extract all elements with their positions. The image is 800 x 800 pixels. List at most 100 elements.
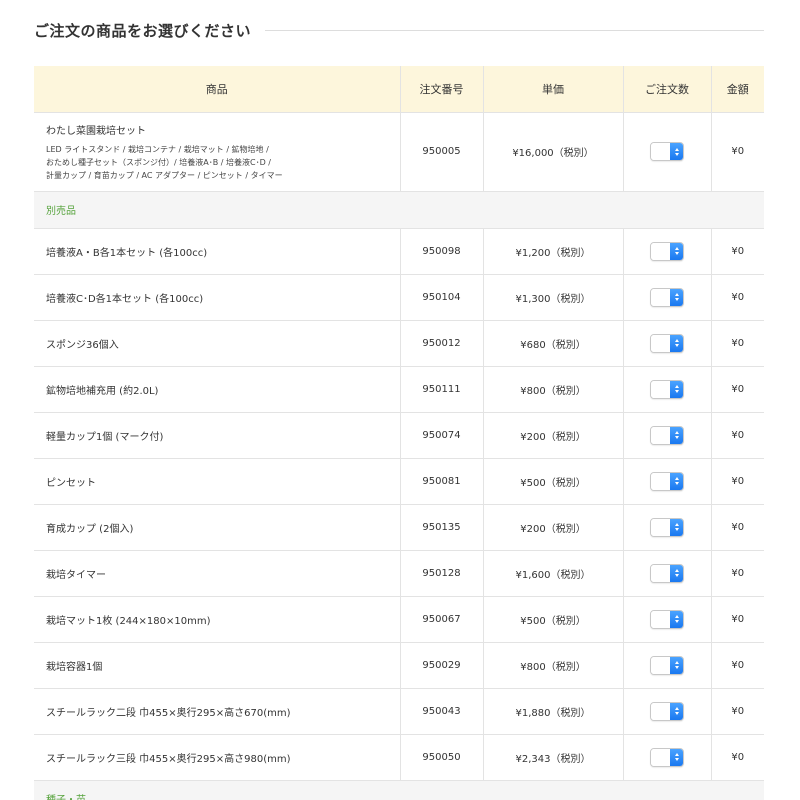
quantity-stepper-field[interactable] <box>651 426 670 444</box>
quantity-stepper[interactable] <box>650 379 684 399</box>
main-item-product-cell: わたし菜園栽培セット LED ライトスタンド / 栽培コンテナ / 栽培マット … <box>34 111 400 191</box>
main-item-quantity-cell <box>622 111 711 191</box>
page-heading-row: ご注文の商品をお選びください <box>34 18 764 42</box>
quantity-stepper-field[interactable] <box>651 472 670 490</box>
quantity-stepper[interactable] <box>650 517 684 537</box>
quantity-cell <box>622 641 711 688</box>
line-amount: ¥0 <box>710 273 764 320</box>
product-name: 培養液A・B各1本セット (各100cc) <box>34 227 400 274</box>
quantity-cell <box>622 319 711 366</box>
product-name: 栽培容器1個 <box>34 641 400 688</box>
order-number: 950067 <box>399 595 483 642</box>
quantity-stepper[interactable] <box>650 747 684 767</box>
stepper-arrows-icon[interactable] <box>670 748 683 766</box>
product-name: 軽量カップ1個 (マーク付) <box>34 411 400 458</box>
column-header-quantity: ご注文数 <box>622 66 711 112</box>
stepper-arrows-icon[interactable] <box>670 564 683 582</box>
stepper-arrows-icon[interactable] <box>670 288 683 306</box>
line-amount: ¥0 <box>710 319 764 366</box>
quantity-stepper-field[interactable] <box>651 380 670 398</box>
stepper-arrows-icon[interactable] <box>670 242 683 260</box>
unit-price: ¥2,343（税別） <box>482 733 623 780</box>
quantity-cell <box>622 273 711 320</box>
quantity-cell <box>622 411 711 458</box>
column-header-amount: 金額 <box>710 66 764 112</box>
quantity-stepper-field[interactable] <box>651 242 670 260</box>
main-item-desc-line: おためし種子セット（スポンジ付）/ 培養液A･B / 培養液C･D / <box>46 157 271 167</box>
main-item-order-no: 950005 <box>399 111 483 191</box>
product-name: 栽培タイマー <box>34 549 400 596</box>
table-row: 育成カップ (2個入) 950135 ¥200（税別） ¥0 <box>34 503 764 550</box>
stepper-arrows-icon[interactable] <box>670 334 683 352</box>
table-row: スチールラック二段 巾455×奥行295×高さ670(mm) 950043 ¥1,8… <box>34 687 764 734</box>
quantity-stepper-field[interactable] <box>651 656 670 674</box>
heading-divider <box>265 29 764 31</box>
line-amount: ¥0 <box>710 687 764 734</box>
table-row: 栽培容器1個 950029 ¥800（税別） ¥0 <box>34 641 764 688</box>
unit-price: ¥1,300（税別） <box>482 273 623 320</box>
stepper-arrows-icon[interactable] <box>670 426 683 444</box>
quantity-stepper[interactable] <box>650 287 684 307</box>
table-header-row: 商品 注文番号 単価 ご注文数 金額 <box>34 66 764 112</box>
quantity-cell <box>622 733 711 780</box>
quantity-cell <box>622 549 711 596</box>
quantity-stepper-field[interactable] <box>651 610 670 628</box>
order-number: 950098 <box>399 227 483 274</box>
stepper-arrows-icon[interactable] <box>670 380 683 398</box>
quantity-stepper[interactable] <box>650 701 684 721</box>
stepper-arrows-icon[interactable] <box>670 656 683 674</box>
section-row: 別売品 <box>34 190 764 228</box>
main-item-amount: ¥0 <box>710 111 764 191</box>
line-amount: ¥0 <box>710 595 764 642</box>
table-row: 軽量カップ1個 (マーク付) 950074 ¥200（税別） ¥0 <box>34 411 764 458</box>
table-row: 鉱物培地補充用 (約2.0L) 950111 ¥800（税別） ¥0 <box>34 365 764 412</box>
stepper-arrows-icon[interactable] <box>670 610 683 628</box>
unit-price: ¥200（税別） <box>482 503 623 550</box>
main-item-price: ¥16,000（税別） <box>482 111 623 191</box>
stepper-arrows-icon[interactable] <box>670 472 683 490</box>
order-table: 商品 注文番号 単価 ご注文数 金額 わたし菜園栽培セット LED ライトスタン… <box>34 66 764 800</box>
quantity-stepper[interactable] <box>650 471 684 491</box>
line-amount: ¥0 <box>710 457 764 504</box>
stepper-arrows-icon[interactable] <box>670 518 683 536</box>
table-row: 培養液C･D各1本セット (各100cc) 950104 ¥1,300（税別） ¥0 <box>34 273 764 320</box>
quantity-stepper[interactable] <box>650 333 684 353</box>
stepper-arrows-icon[interactable] <box>670 702 683 720</box>
main-item-desc-line: LED ライトスタンド / 栽培コンテナ / 栽培マット / 鉱物培地 / <box>46 144 269 154</box>
line-amount: ¥0 <box>710 549 764 596</box>
page-title: ご注文の商品をお選びください <box>34 21 252 40</box>
section-row: 種子・苗 <box>34 779 764 800</box>
product-name: ピンセット <box>34 457 400 504</box>
product-name: スチールラック三段 巾455×奥行295×高さ980(mm) <box>34 733 400 780</box>
line-amount: ¥0 <box>710 641 764 688</box>
unit-price: ¥500（税別） <box>482 595 623 642</box>
unit-price: ¥800（税別） <box>482 641 623 688</box>
quantity-stepper-field[interactable] <box>651 748 670 766</box>
quantity-stepper-field[interactable] <box>651 702 670 720</box>
product-name: 培養液C･D各1本セット (各100cc) <box>34 273 400 320</box>
quantity-stepper[interactable] <box>650 241 684 261</box>
product-name: 育成カップ (2個入) <box>34 503 400 550</box>
quantity-stepper[interactable] <box>650 563 684 583</box>
main-item-description: LED ライトスタンド / 栽培コンテナ / 栽培マット / 鉱物培地 / おた… <box>46 143 400 182</box>
quantity-stepper-field[interactable] <box>651 564 670 582</box>
table-row: 培養液A・B各1本セット (各100cc) 950098 ¥1,200（税別） ¥0 <box>34 227 764 274</box>
line-amount: ¥0 <box>710 365 764 412</box>
order-number: 950050 <box>399 733 483 780</box>
quantity-cell <box>622 227 711 274</box>
quantity-stepper[interactable] <box>650 425 684 445</box>
quantity-stepper-field[interactable] <box>651 334 670 352</box>
quantity-stepper-field[interactable] <box>651 288 670 306</box>
column-header-product: 商品 <box>34 66 400 112</box>
quantity-stepper-field[interactable] <box>651 518 670 536</box>
quantity-stepper[interactable] <box>650 655 684 675</box>
column-header-unit-price: 単価 <box>482 66 623 112</box>
stepper-arrows-icon[interactable] <box>670 143 683 160</box>
section-label: 別売品 <box>34 190 764 228</box>
order-number: 950128 <box>399 549 483 596</box>
quantity-stepper[interactable] <box>650 609 684 629</box>
quantity-stepper[interactable] <box>650 142 684 161</box>
quantity-stepper-field[interactable] <box>651 143 670 160</box>
line-amount: ¥0 <box>710 503 764 550</box>
line-amount: ¥0 <box>710 227 764 274</box>
